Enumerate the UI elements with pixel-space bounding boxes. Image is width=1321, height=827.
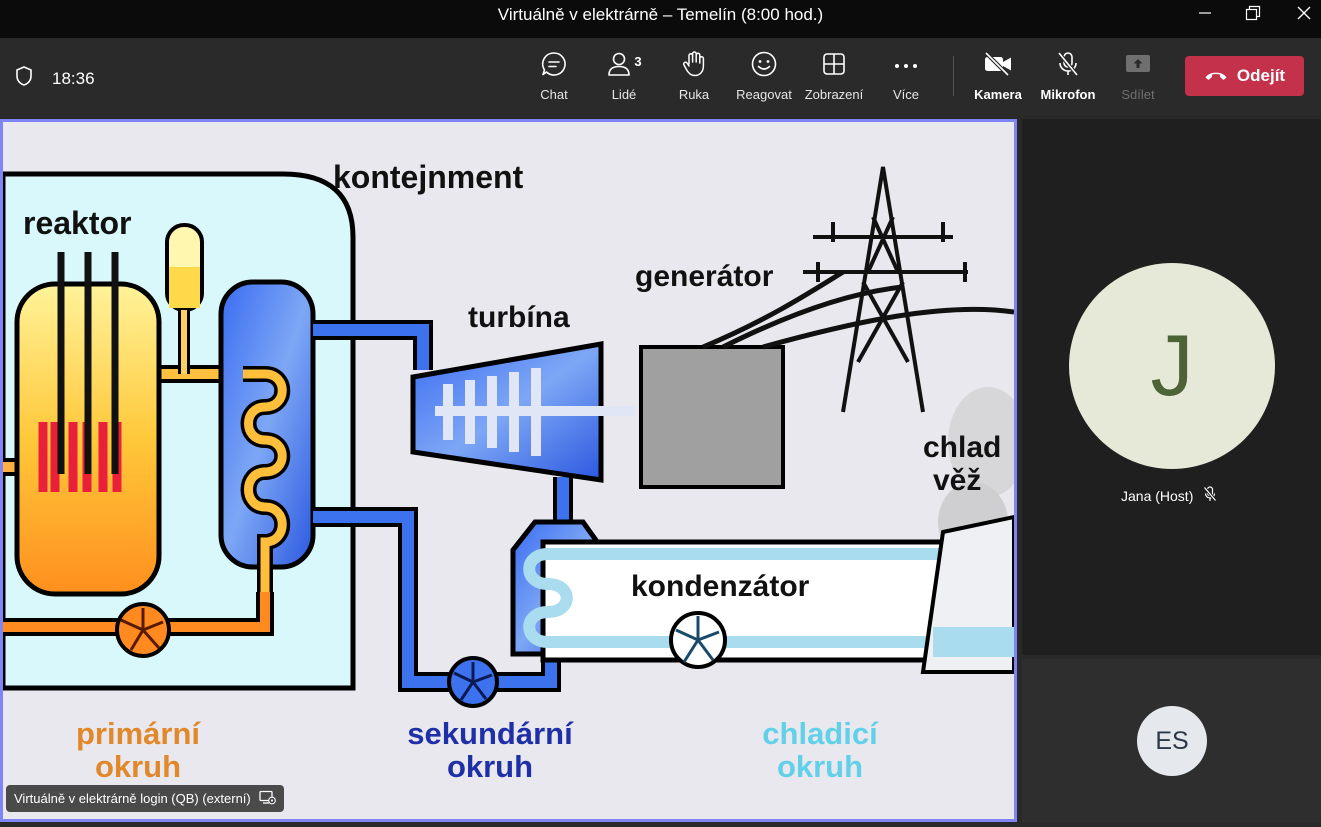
- leave-button[interactable]: Odejít: [1185, 56, 1304, 96]
- people-label: Lidé: [611, 87, 637, 102]
- share-icon: [1124, 52, 1152, 81]
- react-label: Reagovat: [736, 87, 792, 102]
- shield-icon[interactable]: [14, 65, 34, 92]
- label-chlad: chlad: [923, 431, 1001, 464]
- people-button[interactable]: 3 Lidé: [591, 50, 657, 106]
- label-kontejnment: kontejnment: [333, 159, 524, 195]
- close-icon: [1296, 5, 1312, 26]
- chat-icon: [540, 50, 568, 83]
- mic-off-icon: [1055, 50, 1081, 83]
- title-bar: Virtuálně v elektrárně – Temelín (8:00 h…: [0, 0, 1321, 38]
- share-button[interactable]: Sdílet: [1105, 50, 1171, 106]
- more-icon: [893, 57, 919, 75]
- react-button[interactable]: Reagovat: [731, 50, 797, 106]
- presenter-name-tag: Virtuálně v elektrárně login (QB) (exter…: [6, 785, 284, 812]
- chat-label: Chat: [540, 87, 568, 102]
- leave-label: Odejít: [1236, 66, 1286, 85]
- camera-button[interactable]: Kamera: [965, 50, 1031, 106]
- generator: [639, 345, 785, 489]
- hang-up-icon: [1204, 66, 1228, 86]
- toolbar-divider: [953, 56, 954, 96]
- raise-hand-label: Ruka: [678, 87, 710, 102]
- more-button[interactable]: Více: [873, 50, 939, 106]
- shared-content-stage[interactable]: kontejnment reaktor generátor turbína ch…: [0, 119, 1017, 822]
- participant-name: Jana (Host): [1121, 487, 1194, 504]
- meeting-toolbar: 18:36 Chat 3 Lidé Ruka Reagovat Zobrazen…: [0, 38, 1321, 115]
- restore-button[interactable]: [1230, 0, 1276, 30]
- mic-button[interactable]: Mikrofon: [1035, 50, 1101, 106]
- people-icon: [606, 50, 632, 83]
- minimize-button[interactable]: [1182, 0, 1228, 30]
- raise-hand-button[interactable]: Ruka: [661, 50, 727, 106]
- participant-name-tag: Jana (Host): [1121, 486, 1218, 505]
- label-vez: věž: [933, 464, 981, 497]
- screen-share-icon: [259, 790, 276, 808]
- label-kondenzator: kondenzátor: [631, 570, 810, 603]
- label-primarni: primární: [76, 716, 201, 751]
- label-chladici-okruh: okruh: [777, 749, 863, 784]
- presenter-name: Virtuálně v elektrárně login (QB) (exter…: [14, 791, 251, 806]
- mic-label: Mikrofon: [1040, 87, 1096, 102]
- label-sekundarni: sekundární: [407, 716, 574, 751]
- participant-avatar: J: [1069, 263, 1275, 469]
- label-sekundarni-okruh: okruh: [447, 749, 533, 784]
- label-reaktor: reaktor: [23, 205, 132, 241]
- label-primarni-okruh: okruh: [95, 749, 181, 784]
- share-label: Sdílet: [1121, 87, 1155, 102]
- camera-off-icon: [983, 51, 1013, 82]
- people-count-badge: 3: [634, 53, 642, 69]
- self-avatar: ES: [1137, 706, 1207, 776]
- close-button[interactable]: [1281, 0, 1321, 30]
- meeting-timer: 18:36: [52, 68, 95, 88]
- chat-button[interactable]: Chat: [521, 50, 587, 106]
- power-plant-diagram: kontejnment reaktor generátor turbína ch…: [3, 122, 1014, 819]
- hand-icon: [681, 50, 707, 83]
- restore-icon: [1245, 5, 1261, 26]
- steam-generator: [218, 279, 316, 570]
- camera-label: Kamera: [974, 87, 1022, 102]
- label-turbina: turbína: [468, 301, 570, 334]
- grid-icon: [821, 51, 847, 82]
- label-chladici: chladicí: [762, 716, 879, 751]
- view-button[interactable]: Zobrazení: [801, 50, 867, 106]
- label-generator: generátor: [635, 260, 774, 293]
- smiley-icon: [750, 50, 778, 83]
- window-title: Virtuálně v elektrárně – Temelín (8:00 h…: [497, 5, 824, 24]
- view-label: Zobrazení: [804, 87, 864, 102]
- minimize-icon: [1198, 6, 1212, 25]
- mic-muted-icon: [1203, 486, 1218, 505]
- more-label: Více: [892, 87, 919, 102]
